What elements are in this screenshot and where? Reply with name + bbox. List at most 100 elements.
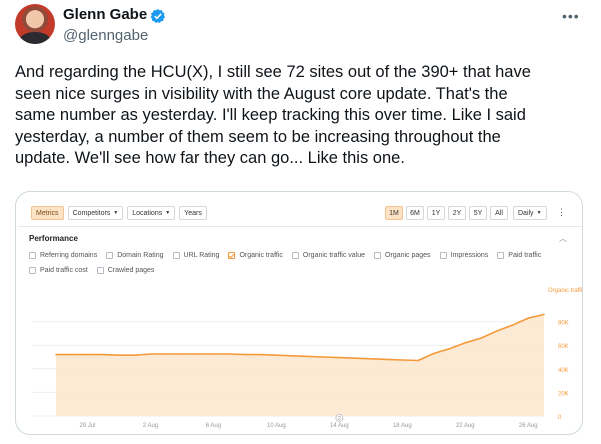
metric-label: URL Rating	[183, 252, 220, 259]
caret-down-icon: ▼	[113, 210, 119, 216]
tab-label: Metrics	[36, 210, 59, 217]
metric-domain-rating[interactable]: Domain Rating	[106, 252, 164, 259]
tweet-text: And regarding the HCU(X), I still see 72…	[15, 62, 590, 170]
annotation-label: 2	[338, 416, 341, 422]
range-2y[interactable]: 2Y	[448, 206, 466, 220]
chart-menu-icon[interactable]: ⋮	[557, 207, 566, 218]
data-point	[55, 353, 57, 356]
metric-organic-pages[interactable]: Organic pages	[374, 252, 431, 259]
data-point	[165, 353, 167, 355]
data-point	[370, 357, 372, 360]
data-point	[464, 342, 467, 344]
series-label: Organic traffic	[548, 288, 583, 294]
data-point	[338, 356, 341, 359]
data-point	[495, 330, 498, 332]
data-point	[244, 353, 246, 356]
avatar[interactable]	[15, 4, 55, 44]
checkbox[interactable]	[374, 252, 382, 259]
data-point	[543, 313, 545, 316]
checkbox[interactable]	[172, 252, 180, 259]
tweet-text-line: And regarding the HCU(X), I still see 72…	[15, 63, 531, 81]
x-tick-label: 2 Aug	[143, 423, 158, 429]
checkbox[interactable]	[228, 252, 236, 259]
y-tick-label: 0	[558, 415, 562, 421]
metric-url-rating[interactable]: URL Rating	[172, 252, 220, 259]
metric-label: Paid traffic	[508, 252, 542, 259]
y-tick-label: 20K	[558, 391, 569, 397]
range-all[interactable]: All	[490, 206, 508, 220]
tab-locations[interactable]: Locations ▼	[127, 206, 176, 220]
data-point	[417, 359, 419, 362]
x-tick-label: 26 Aug	[519, 423, 538, 429]
metric-crawled-pages[interactable]: Crawled pages	[96, 267, 154, 274]
metric-label: Impressions	[450, 252, 489, 259]
tab-competitors[interactable]: Competitors ▼	[67, 206, 124, 220]
y-tick-label: 60K	[558, 344, 569, 350]
author-handle[interactable]: @glenngabe	[63, 27, 148, 44]
tweet-text-line: seen nice surges in visibility with the …	[15, 84, 508, 103]
x-tick-label: 22 Aug	[456, 423, 475, 429]
metric-organic-traffic-value[interactable]: Organic traffic value	[291, 252, 366, 259]
data-point	[196, 353, 199, 355]
y-tick-label: 40K	[558, 368, 569, 374]
x-tick-label: 14 Aug	[330, 423, 349, 429]
range-6m[interactable]: 6M	[406, 206, 424, 220]
range-1y[interactable]: 1Y	[427, 206, 445, 220]
metric-referring-domains[interactable]: Referring domains	[29, 252, 97, 259]
metric-paid-traffic[interactable]: Paid traffic	[497, 252, 541, 259]
tab-years[interactable]: Years	[179, 206, 207, 220]
range-buttons: 1M 6M 1Y 2Y 5Y All	[385, 206, 508, 220]
series-area	[56, 314, 544, 416]
data-point	[433, 352, 435, 355]
metric-paid-traffic-cost[interactable]: Paid traffic cost	[29, 267, 88, 274]
data-point	[118, 354, 120, 357]
chevron-up-icon[interactable]: ︿	[559, 233, 567, 244]
tab-metrics[interactable]: Metrics	[31, 206, 64, 220]
x-tick-label: 6 Aug	[206, 423, 221, 429]
data-point	[228, 353, 230, 355]
checkbox[interactable]	[497, 252, 505, 259]
x-tick-label: 29 Jul	[79, 423, 95, 429]
data-point	[511, 324, 514, 326]
checkbox[interactable]	[96, 267, 104, 274]
metric-impressions[interactable]: Impressions	[439, 252, 489, 259]
organic-traffic-chart: 80K 60K 40K 20K 0 Organic traffic 29 Jul 2 Aug 6…	[32, 288, 583, 429]
data-point	[354, 357, 356, 359]
divider	[18, 226, 582, 227]
checkbox[interactable]	[106, 252, 114, 259]
checkbox[interactable]	[291, 252, 299, 259]
metrics-row-2: Paid traffic cost Crawled pages	[29, 267, 163, 274]
tab-label: Competitors	[72, 210, 111, 217]
metric-label: Organic traffic	[239, 252, 283, 259]
tweet-media-image[interactable]: Metrics Competitors ▼ Locations ▼ Years 1M…	[15, 191, 583, 435]
x-tick-label: 10 Aug	[267, 423, 286, 429]
data-point	[401, 359, 404, 361]
caret-down-icon: ▼	[165, 210, 171, 216]
metric-organic-traffic[interactable]: Organic traffic	[228, 252, 283, 259]
more-options-icon[interactable]: •••	[562, 8, 580, 24]
y-tick-label: 80K	[558, 321, 569, 327]
checkbox[interactable]	[439, 252, 447, 259]
tweet-text-line: same number as yesterday. I'll keep trac…	[15, 106, 526, 124]
data-point	[259, 353, 262, 356]
interval-label: Daily	[518, 210, 534, 217]
metric-label: Domain Rating	[117, 252, 164, 259]
checkbox[interactable]	[29, 252, 36, 259]
checkbox[interactable]	[29, 267, 36, 274]
range-5y[interactable]: 5Y	[469, 206, 487, 220]
performance-title: Performance	[29, 234, 78, 243]
interval-select[interactable]: Daily ▼	[513, 206, 547, 220]
data-point	[133, 354, 136, 357]
tweet-text-line: yesterday, a number of them seem to be i…	[15, 127, 501, 146]
toolbar-tabs: Metrics Competitors ▼ Locations ▼ Years	[31, 206, 207, 222]
metric-label: Organic traffic value	[302, 252, 366, 259]
data-point	[291, 355, 293, 357]
data-point	[149, 353, 152, 355]
metric-label: Organic pages	[385, 252, 431, 259]
tweet-text-line: update. We'll see how far they can go...…	[15, 149, 405, 167]
data-point	[181, 353, 183, 355]
author-name[interactable]: Glenn Gabe	[63, 6, 147, 23]
data-point	[86, 353, 89, 356]
range-1m[interactable]: 1M	[385, 206, 403, 220]
data-point	[102, 353, 105, 356]
